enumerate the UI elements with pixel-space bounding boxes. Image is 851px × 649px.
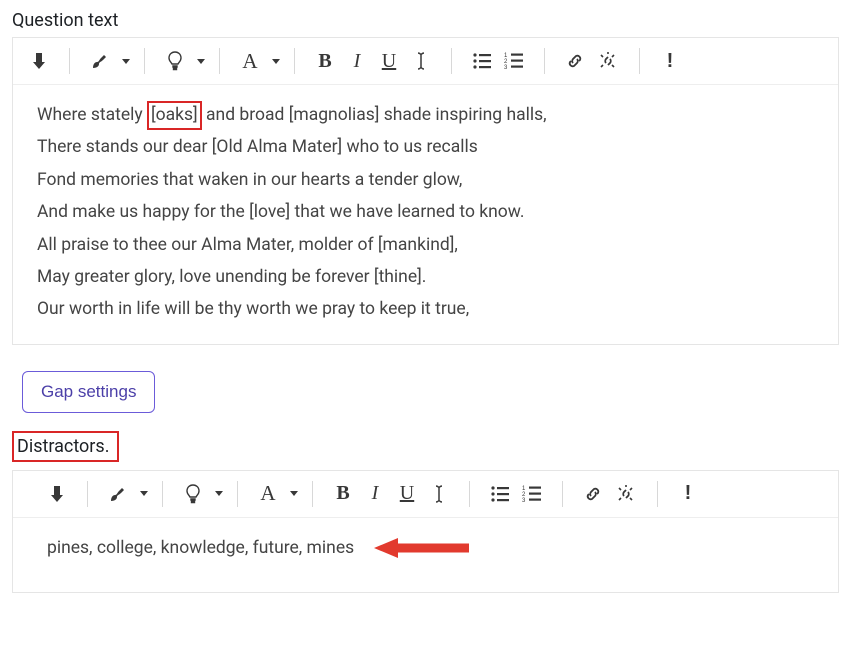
toolbar-divider xyxy=(312,481,313,507)
help-button[interactable] xyxy=(159,46,191,76)
question-text-label: Question text xyxy=(12,10,839,31)
italic-button[interactable]: I xyxy=(359,479,391,509)
underline-button[interactable]: U xyxy=(391,479,423,509)
toolbar-divider xyxy=(144,48,145,74)
chevron-down-icon xyxy=(122,59,130,64)
warning-button[interactable]: ! xyxy=(672,479,704,509)
toggle-toolbar-button[interactable] xyxy=(41,479,73,509)
text-cursor-button[interactable] xyxy=(423,479,455,509)
distractors-content[interactable]: pines, college, knowledge, future, mines xyxy=(13,518,838,592)
link-button[interactable] xyxy=(559,46,591,76)
question-editor: A B I U 123 ! Where xyxy=(12,37,839,345)
arrow-annotation-icon xyxy=(374,536,469,560)
bullet-list-button[interactable] xyxy=(466,46,498,76)
toolbar-divider xyxy=(219,48,220,74)
distractors-label-highlight: Distractors. xyxy=(12,431,119,462)
question-content[interactable]: Where stately [oaks] and broad [magnolia… xyxy=(13,85,838,344)
toolbar-divider xyxy=(562,481,563,507)
distractors-text: pines, college, knowledge, future, mines xyxy=(47,538,354,558)
gap-highlight-oaks: [oaks] xyxy=(147,101,202,130)
question-line: Our worth in life will be thy worth we p… xyxy=(37,293,814,325)
chevron-down-icon xyxy=(197,59,205,64)
toolbar-divider xyxy=(451,48,452,74)
question-toolbar: A B I U 123 ! xyxy=(13,38,838,85)
distractors-editor: A B I U 123 ! pines, college, knowledge,… xyxy=(12,470,839,593)
text-segment: Where stately xyxy=(37,105,147,125)
chevron-down-icon xyxy=(215,491,223,496)
font-family-button[interactable]: A xyxy=(252,479,284,509)
unlink-button[interactable] xyxy=(591,46,625,76)
styles-button[interactable] xyxy=(84,46,116,76)
question-line: All praise to thee our Alma Mater, molde… xyxy=(37,229,814,261)
svg-text:3: 3 xyxy=(522,498,526,503)
distractors-toolbar: A B I U 123 ! xyxy=(13,471,838,518)
bold-button[interactable]: B xyxy=(309,46,341,76)
text-cursor-button[interactable] xyxy=(405,46,437,76)
gap-settings-button[interactable]: Gap settings xyxy=(22,371,155,413)
svg-text:3: 3 xyxy=(504,65,508,70)
toolbar-divider xyxy=(162,481,163,507)
bullet-list-button[interactable] xyxy=(484,479,516,509)
question-line: Where stately [oaks] and broad [magnolia… xyxy=(37,99,814,131)
toolbar-divider xyxy=(639,48,640,74)
chevron-down-icon xyxy=(272,59,280,64)
toolbar-divider xyxy=(69,48,70,74)
warning-button[interactable]: ! xyxy=(654,46,686,76)
question-line: And make us happy for the [love] that we… xyxy=(37,196,814,228)
toolbar-divider xyxy=(87,481,88,507)
question-line: Fond memories that waken in our hearts a… xyxy=(37,164,814,196)
numbered-list-button[interactable]: 123 xyxy=(516,479,548,509)
font-family-button[interactable]: A xyxy=(234,46,266,76)
help-button[interactable] xyxy=(177,479,209,509)
chevron-down-icon xyxy=(290,491,298,496)
text-segment: and broad [magnolias] shade inspiring ha… xyxy=(202,105,547,125)
toolbar-divider xyxy=(237,481,238,507)
styles-button[interactable] xyxy=(102,479,134,509)
toolbar-divider xyxy=(469,481,470,507)
question-line: There stands our dear [Old Alma Mater] w… xyxy=(37,131,814,163)
distractors-label: Distractors. xyxy=(17,436,109,457)
toolbar-divider xyxy=(294,48,295,74)
bold-button[interactable]: B xyxy=(327,479,359,509)
question-line: May greater glory, love unending be fore… xyxy=(37,261,814,293)
numbered-list-button[interactable]: 123 xyxy=(498,46,530,76)
italic-button[interactable]: I xyxy=(341,46,373,76)
toolbar-divider xyxy=(544,48,545,74)
link-button[interactable] xyxy=(577,479,609,509)
underline-button[interactable]: U xyxy=(373,46,405,76)
chevron-down-icon xyxy=(140,491,148,496)
toggle-toolbar-button[interactable] xyxy=(23,46,55,76)
unlink-button[interactable] xyxy=(609,479,643,509)
toolbar-divider xyxy=(657,481,658,507)
